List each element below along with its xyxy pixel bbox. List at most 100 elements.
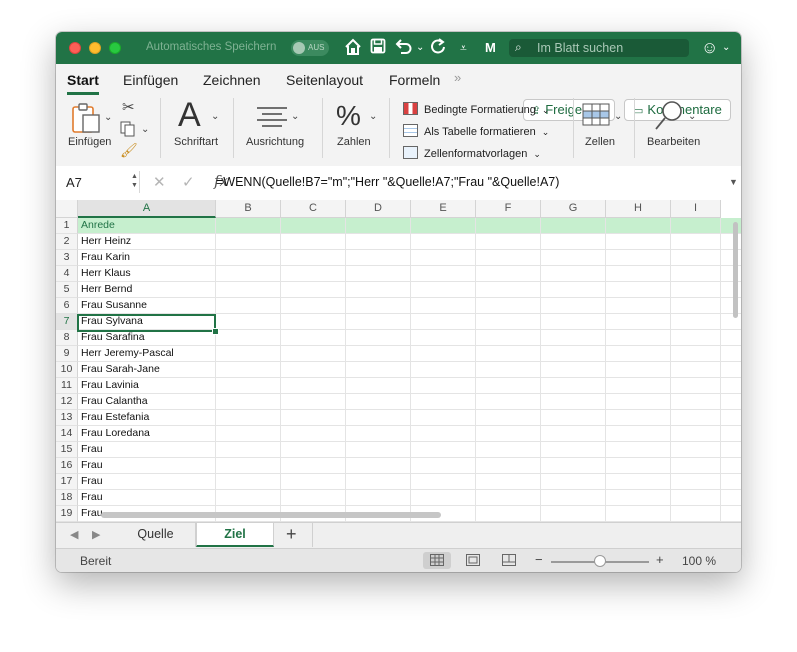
vertical-scrollbar[interactable]	[733, 222, 738, 318]
page-layout-view-icon[interactable]	[459, 552, 487, 569]
column-header-f[interactable]: F	[476, 200, 541, 218]
feedback-smiley-icon[interactable]: ☺	[701, 38, 718, 58]
cell-a10[interactable]: Frau Sarah-Jane	[78, 362, 216, 378]
minimize-window-button[interactable]	[89, 42, 101, 54]
row-header[interactable]: 6	[56, 298, 78, 314]
feedback-chevron-icon[interactable]: ⌄	[722, 38, 730, 58]
row-header[interactable]: 4	[56, 266, 78, 282]
cell-a13[interactable]: Frau Estefania	[78, 410, 216, 426]
row-header[interactable]: 18	[56, 490, 78, 506]
clipboard-icon[interactable]	[70, 102, 104, 139]
conditional-formatting-button[interactable]: Bedingte Formatierung ⌄	[403, 102, 549, 116]
percent-icon[interactable]: %	[336, 100, 361, 132]
cell-a14[interactable]: Frau Loredana	[78, 426, 216, 442]
row-header[interactable]: 14	[56, 426, 78, 442]
previous-sheet-icon[interactable]: ◀	[70, 528, 78, 541]
cell-a4[interactable]: Herr Klaus	[78, 266, 216, 282]
zoom-percentage[interactable]: 100 %	[682, 554, 716, 568]
autosave-toggle[interactable]: AUS	[291, 40, 329, 56]
font-label[interactable]: Schriftart	[174, 136, 218, 148]
column-header-c[interactable]: C	[281, 200, 346, 218]
copy-chevron-icon[interactable]: ⌄	[141, 124, 149, 135]
edit-label[interactable]: Bearbeiten	[647, 136, 700, 148]
cut-icon[interactable]: ✂	[122, 98, 135, 116]
cells-label[interactable]: Zellen	[585, 136, 615, 148]
row-header[interactable]: 5	[56, 282, 78, 298]
cell-a15[interactable]: Frau	[78, 442, 216, 458]
column-header-e[interactable]: E	[411, 200, 476, 218]
cancel-edit-icon[interactable]: ✕	[153, 173, 166, 191]
zoom-slider-knob[interactable]	[594, 555, 606, 567]
next-sheet-icon[interactable]: ▶	[92, 528, 100, 541]
zoom-out-button[interactable]: −	[535, 552, 543, 567]
profile-initial[interactable]: M	[485, 38, 496, 58]
tab-start[interactable]: Start	[67, 72, 99, 88]
font-icon[interactable]: A	[178, 96, 201, 135]
column-header-g[interactable]: G	[541, 200, 606, 218]
sheet-tab-quelle[interactable]: Quelle	[116, 523, 196, 547]
name-box[interactable]: A7 ▲ ▼	[61, 171, 140, 193]
zoom-in-button[interactable]: +	[656, 552, 664, 567]
add-sheet-button[interactable]: +	[286, 524, 297, 545]
row-header[interactable]: 2	[56, 234, 78, 250]
row-header[interactable]: 9	[56, 346, 78, 362]
cell-a1[interactable]: Anrede	[78, 218, 216, 234]
home-icon[interactable]	[344, 38, 362, 62]
cell-a11[interactable]: Frau Lavinia	[78, 378, 216, 394]
worksheet-grid[interactable]: ABCDEFGHI 1 Anrede 2 Herr Heinz 3 Frau Karin 4…	[56, 200, 741, 522]
customize-toolbar-icon[interactable]: ⩡	[460, 38, 467, 58]
tab-zeichnen[interactable]: Zeichnen	[203, 72, 261, 88]
row-header[interactable]: 15	[56, 442, 78, 458]
row-header[interactable]: 17	[56, 474, 78, 490]
cell-a18[interactable]: Frau	[78, 490, 216, 506]
column-header-h[interactable]: H	[606, 200, 671, 218]
page-break-view-icon[interactable]	[495, 552, 523, 569]
name-box-stepper-icon[interactable]: ▲ ▼	[131, 172, 138, 190]
column-header-b[interactable]: B	[216, 200, 281, 218]
row-header[interactable]: 7	[56, 314, 78, 330]
close-window-button[interactable]	[69, 42, 81, 54]
cell-a16[interactable]: Frau	[78, 458, 216, 474]
search-sheet-field[interactable]: ⌕ Im Blatt suchen	[509, 39, 689, 57]
cell-a12[interactable]: Frau Calantha	[78, 394, 216, 410]
cell-a2[interactable]: Herr Heinz	[78, 234, 216, 250]
cell-a3[interactable]: Frau Karin	[78, 250, 216, 266]
cell-a17[interactable]: Frau	[78, 474, 216, 490]
fill-handle[interactable]	[212, 328, 219, 335]
cell-a9[interactable]: Herr Jeremy-Pascal	[78, 346, 216, 362]
number-label[interactable]: Zahlen	[337, 136, 371, 148]
alignment-label[interactable]: Ausrichtung	[246, 136, 304, 148]
cell-styles-button[interactable]: Zellenformatvorlagen ⌄	[403, 146, 541, 160]
more-tabs-icon[interactable]: »	[454, 70, 461, 85]
magnifier-icon[interactable]	[654, 100, 684, 137]
column-header-i[interactable]: I	[671, 200, 721, 218]
row-header[interactable]: 3	[56, 250, 78, 266]
column-header-a[interactable]: A	[78, 200, 216, 218]
normal-view-icon[interactable]	[423, 552, 451, 569]
row-header[interactable]: 8	[56, 330, 78, 346]
row-header[interactable]: 10	[56, 362, 78, 378]
save-icon[interactable]	[370, 38, 386, 60]
expand-formula-bar-icon[interactable]: ▼	[729, 177, 738, 187]
row-header[interactable]: 13	[56, 410, 78, 426]
cells-chevron-icon[interactable]: ⌄	[614, 111, 622, 122]
undo-dropdown-chevron-icon[interactable]: ⌄	[416, 38, 424, 58]
edit-chevron-icon[interactable]: ⌄	[688, 111, 696, 122]
format-as-table-button[interactable]: Als Tabelle formatieren ⌄	[403, 124, 549, 138]
cell-a6[interactable]: Frau Susanne	[78, 298, 216, 314]
row-header[interactable]: 16	[56, 458, 78, 474]
number-chevron-icon[interactable]: ⌄	[369, 111, 377, 122]
row-header[interactable]: 1	[56, 218, 78, 234]
confirm-edit-icon[interactable]: ✓	[182, 173, 195, 191]
row-header[interactable]: 19	[56, 506, 78, 522]
copy-icon[interactable]	[120, 121, 136, 142]
select-all-corner[interactable]	[56, 200, 78, 218]
redo-icon[interactable]	[430, 38, 446, 60]
alignment-chevron-icon[interactable]: ⌄	[291, 111, 299, 122]
undo-icon[interactable]	[395, 38, 413, 60]
row-header[interactable]: 11	[56, 378, 78, 394]
font-chevron-icon[interactable]: ⌄	[211, 111, 219, 122]
zoom-window-button[interactable]	[109, 42, 121, 54]
tab-formeln[interactable]: Formeln	[389, 72, 440, 88]
horizontal-scrollbar[interactable]	[101, 512, 441, 518]
